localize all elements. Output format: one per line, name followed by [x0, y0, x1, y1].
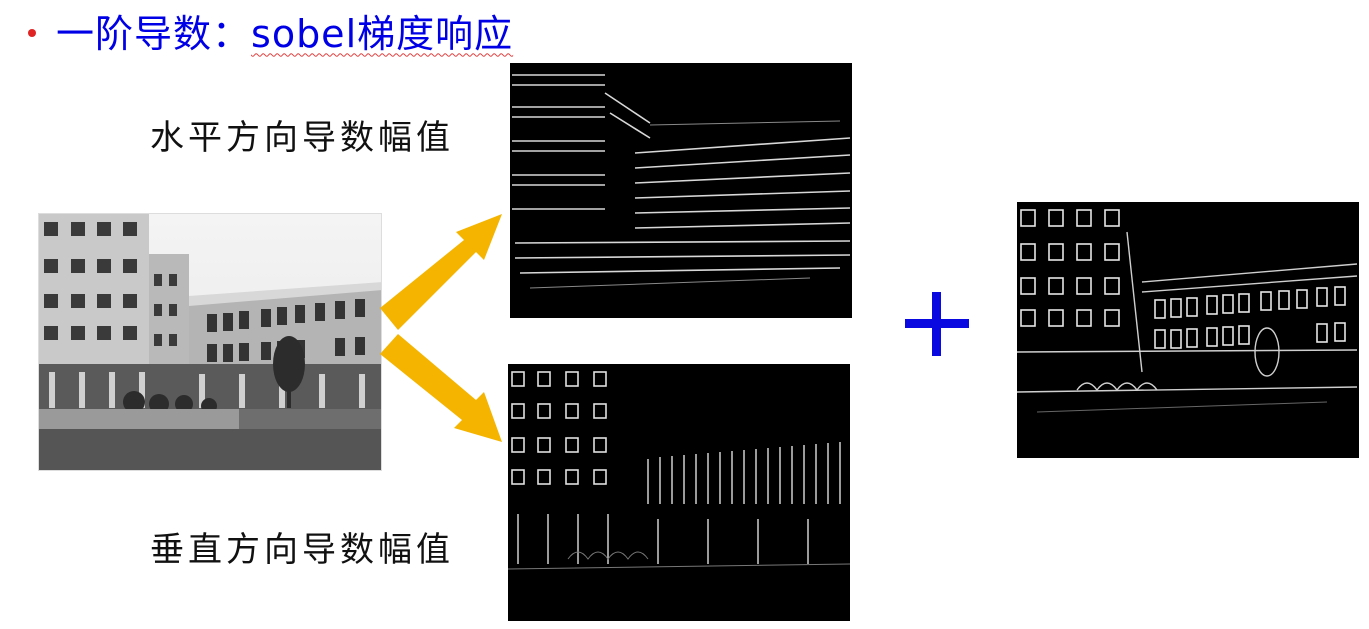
horizontal-derivative-label: 水平方向导数幅值	[150, 118, 454, 158]
vertical-derivative-label: 垂直方向导数幅值	[150, 530, 454, 570]
title-prefix: 一阶导数：	[56, 11, 252, 56]
combined-gradient-image	[1017, 202, 1359, 458]
vertical-gradient-image	[508, 364, 850, 621]
plus-icon	[905, 292, 969, 356]
source-photo	[38, 213, 382, 471]
arrow-up-right-icon	[380, 214, 502, 330]
horizontal-gradient-image	[510, 63, 852, 318]
bullet-icon	[28, 29, 36, 37]
title-text: 一阶导数：sobel梯度响应	[56, 3, 513, 58]
title-keyword: sobel梯度响应	[251, 11, 514, 56]
arrow-down-right-icon	[380, 334, 502, 442]
slide-title: 一阶导数：sobel梯度响应	[28, 8, 513, 56]
